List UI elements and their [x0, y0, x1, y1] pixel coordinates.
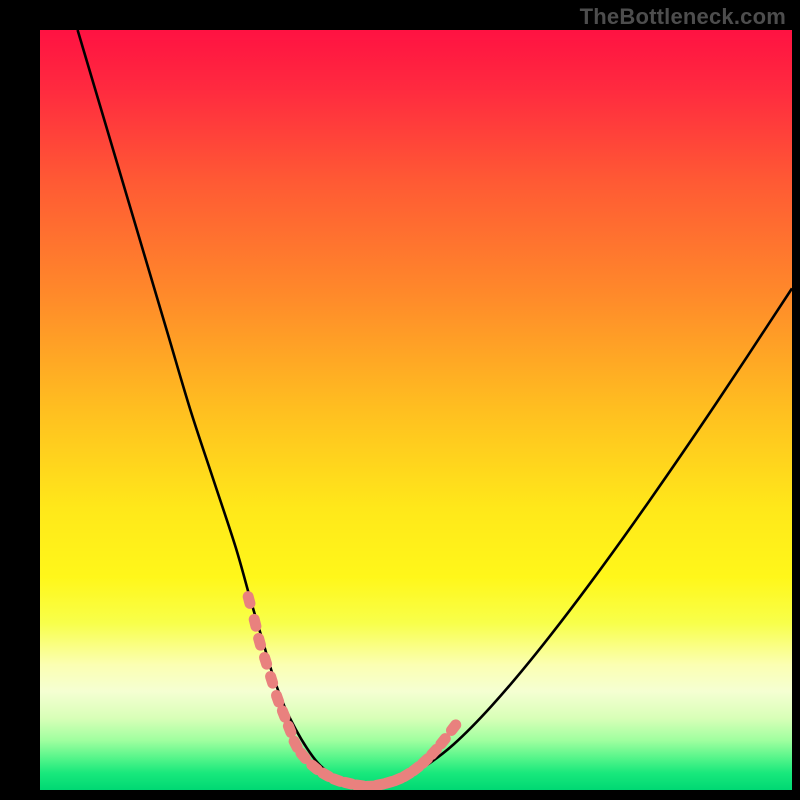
- plot-area: [40, 30, 792, 790]
- watermark-text: TheBottleneck.com: [580, 4, 786, 30]
- highlight-markers: [241, 590, 463, 790]
- highlight-marker: [241, 590, 256, 610]
- chart-frame: TheBottleneck.com: [0, 0, 800, 800]
- chart-canvas: [40, 30, 792, 790]
- bottleneck-curve: [78, 30, 792, 786]
